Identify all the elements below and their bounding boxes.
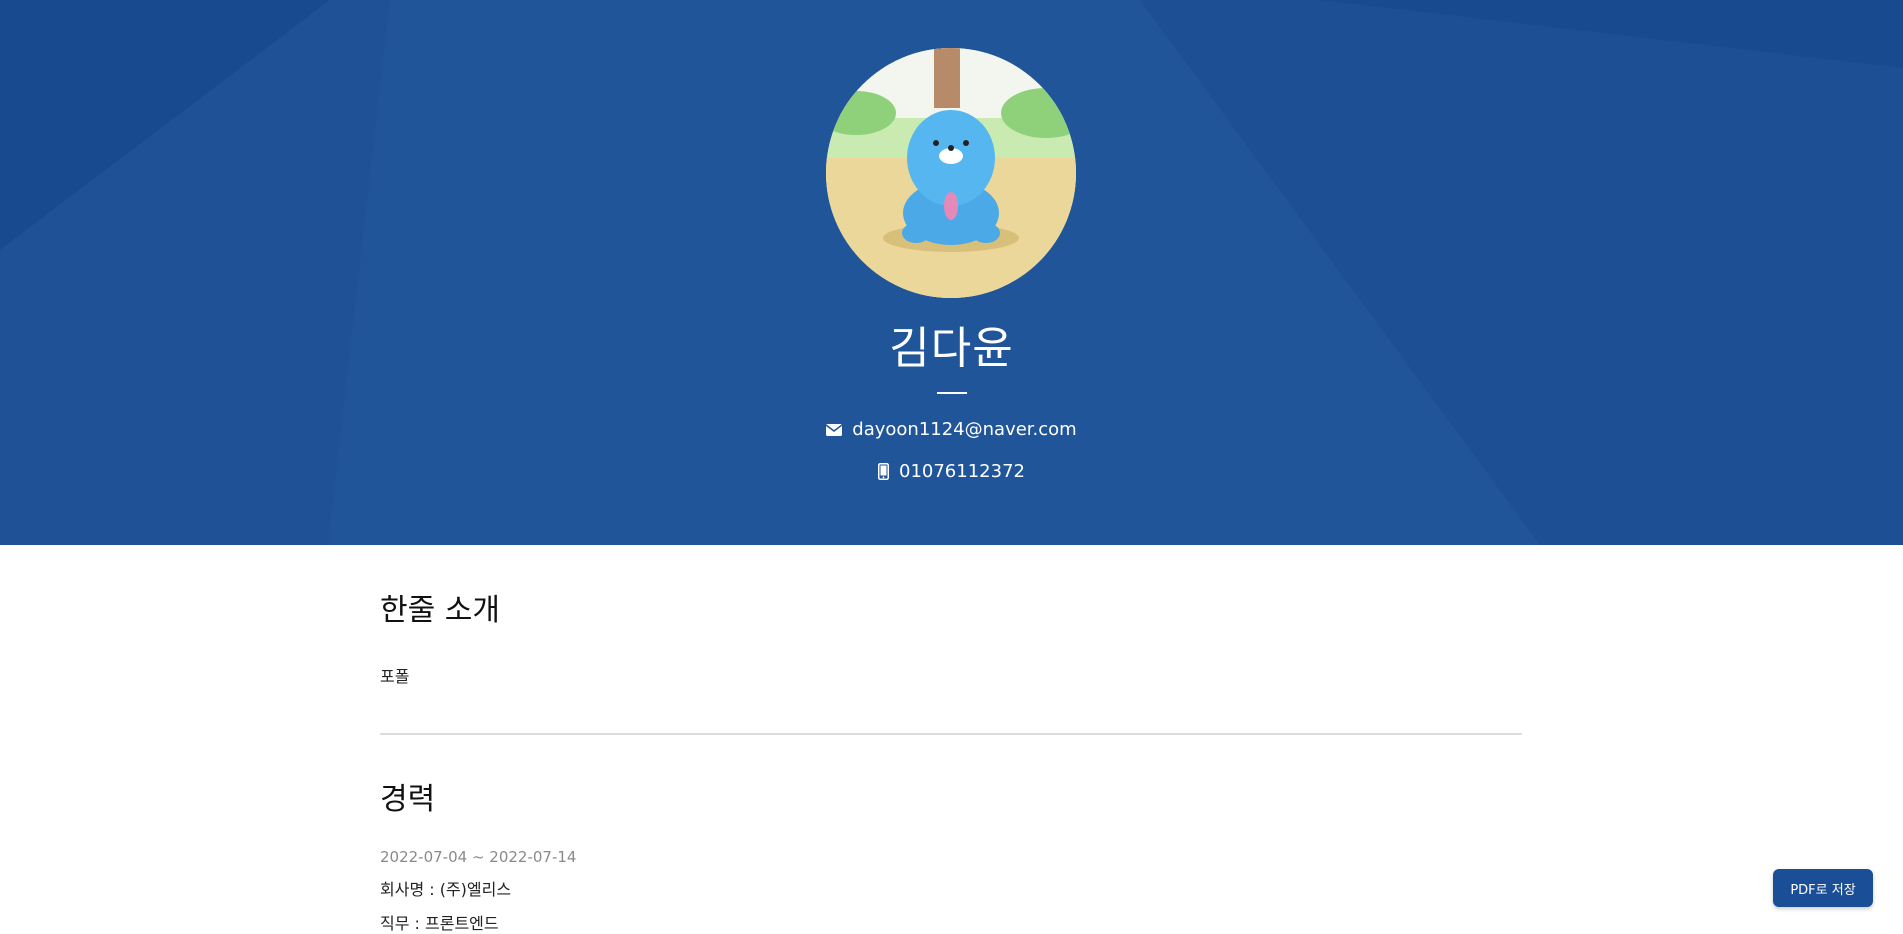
mobile-phone-icon	[878, 463, 889, 480]
profile-header: 김다윤 dayoon1124@naver.com 01076112372	[0, 0, 1903, 545]
profile-avatar	[826, 48, 1076, 298]
section-divider	[380, 733, 1522, 735]
career-role: 직무 : 프론트엔드	[380, 914, 499, 933]
hero-content: 김다윤 dayoon1124@naver.com 01076112372	[0, 0, 1903, 545]
career-heading: 경력	[380, 782, 436, 817]
phone-text: 01076112372	[899, 461, 1025, 482]
intro-text: 포폴	[380, 667, 410, 686]
envelope-icon	[826, 423, 843, 436]
career-period: 2022-07-04 ~ 2022-07-14	[380, 848, 577, 866]
profile-name: 김다윤	[889, 323, 1014, 374]
email-text: dayoon1124@naver.com	[852, 419, 1077, 440]
contact-phone: 01076112372	[0, 461, 1903, 485]
save-pdf-button[interactable]: PDF로 저장	[1773, 869, 1873, 907]
name-divider	[937, 392, 967, 394]
career-section: 경력 2022-07-04 ~ 2022-07-14 회사명 : (주)엘리스 …	[380, 774, 1522, 934]
contact-email: dayoon1124@naver.com	[0, 419, 1903, 441]
career-company: 회사명 : (주)엘리스	[380, 880, 512, 899]
intro-heading: 한줄 소개	[380, 593, 500, 628]
avatar-illustration	[826, 48, 1076, 298]
career-entry: 2022-07-04 ~ 2022-07-14 회사명 : (주)엘리스 직무 …	[380, 848, 1522, 934]
intro-section: 한줄 소개 포폴	[380, 585, 1522, 687]
